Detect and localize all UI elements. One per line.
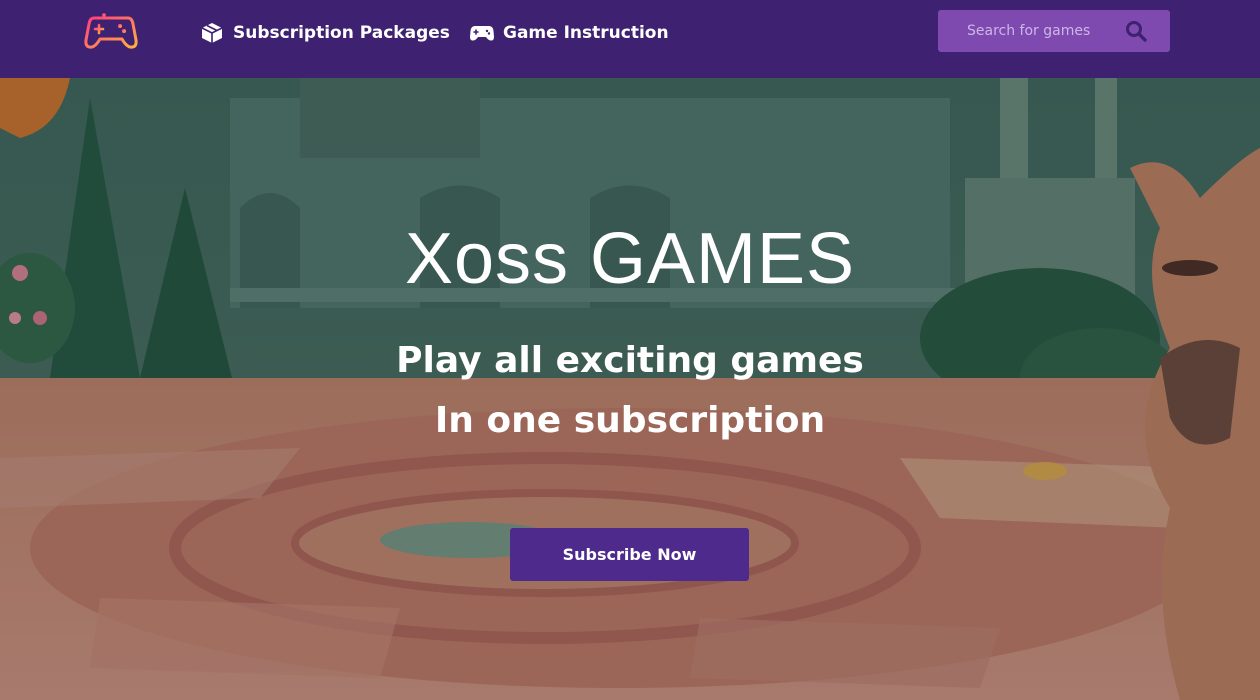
hero-overlay (0, 78, 1260, 700)
top-navbar: Subscription Packages Game Instruction (0, 0, 1260, 78)
nav-subscription-label: Subscription Packages (233, 23, 450, 43)
box-icon (199, 20, 225, 46)
nav-subscription-packages[interactable]: Subscription Packages (199, 20, 450, 46)
gamepad-icon (469, 20, 495, 46)
hero-tagline-line1: Play all exciting games (396, 340, 864, 381)
subscribe-now-button[interactable]: Subscribe Now (510, 528, 749, 581)
search-icon[interactable] (1124, 19, 1148, 43)
hero-section: Xoss GAMES Play all exciting games In on… (0, 78, 1260, 700)
nav-game-instruction-label: Game Instruction (503, 23, 669, 43)
gamepad-logo-icon[interactable] (84, 11, 138, 52)
hero-title: Xoss GAMES (404, 219, 856, 299)
hero-tagline-line2: In one subscription (434, 400, 826, 441)
search-input[interactable] (938, 11, 1118, 51)
nav-game-instruction[interactable]: Game Instruction (469, 20, 669, 46)
search-box (938, 10, 1170, 52)
